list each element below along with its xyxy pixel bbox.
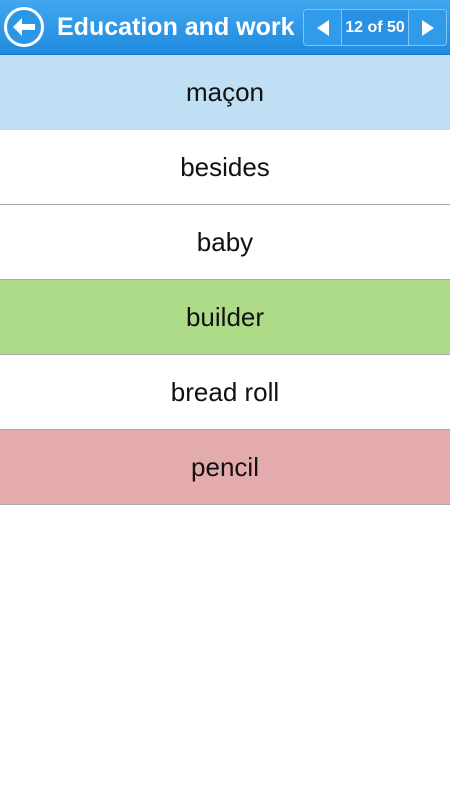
pager: 12 of 50 xyxy=(303,9,447,46)
answer-list: maçon besides baby builder bread roll pe… xyxy=(0,55,450,505)
back-arrow-icon xyxy=(13,18,35,36)
next-button[interactable] xyxy=(409,10,446,45)
answer-option[interactable]: bread roll xyxy=(0,355,450,430)
answer-option[interactable]: baby xyxy=(0,205,450,280)
previous-button[interactable] xyxy=(304,10,341,45)
left-triangle-icon xyxy=(316,19,329,36)
back-button[interactable] xyxy=(4,7,44,47)
page-title: Education and work xyxy=(57,13,295,41)
right-triangle-icon xyxy=(421,19,434,36)
quiz-screen: Education and work 12 of 50 maçon beside… xyxy=(0,0,450,800)
answer-option[interactable]: maçon xyxy=(0,55,450,130)
answer-option[interactable]: besides xyxy=(0,130,450,205)
answer-option[interactable]: pencil xyxy=(0,430,450,505)
answer-option[interactable]: builder xyxy=(0,280,450,355)
page-counter: 12 of 50 xyxy=(341,10,409,45)
top-bar: Education and work 12 of 50 xyxy=(0,0,450,55)
